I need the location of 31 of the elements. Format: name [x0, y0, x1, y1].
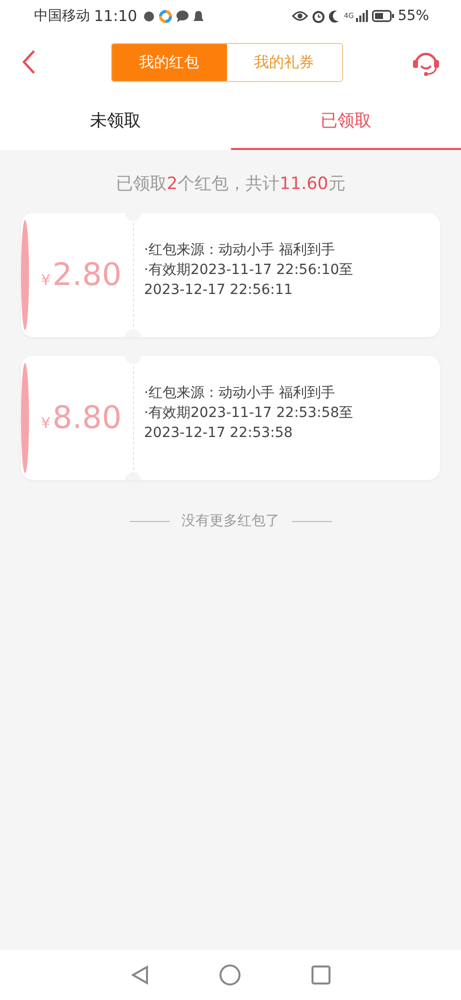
- back-triangle-icon: [130, 965, 148, 985]
- coupon-card[interactable]: ¥8.80 ·红包来源：动动小手 福利到手 ·有效期2023-11-17 22:53:58至 2023-12-17 22:53:58: [21, 356, 440, 480]
- moon-icon: [328, 10, 340, 22]
- square-icon: [310, 965, 330, 985]
- detail-text: 2023-12-17 22:56:11: [144, 281, 294, 300]
- detail-text: ·有效期2023-11-17 22:53:58至: [144, 404, 354, 423]
- detail-text: 2023-12-17 22:53:58: [144, 424, 294, 443]
- battery-icon: [372, 10, 394, 22]
- recents-nav-button[interactable]: [310, 965, 330, 985]
- signal-icon: [356, 10, 368, 22]
- detail-text: ·红包来源：动动小手 福利到手: [144, 384, 336, 403]
- currency-symbol: ¥: [41, 271, 51, 289]
- circle-icon: [218, 964, 240, 986]
- app-icon: [159, 10, 172, 22]
- amount-value: 2.80: [52, 257, 122, 293]
- detail-text: ·有效期2023-11-17 22:56:10至: [144, 261, 354, 280]
- coupon-card[interactable]: ¥2.80 ·红包来源：动动小手 福利到手 ·有效期2023-11-17 22:56:10至 2023-12-17 22:56:11: [21, 213, 440, 337]
- chat-icon: [176, 10, 190, 22]
- carrier-name: 中国移动: [34, 7, 90, 25]
- clock-time: 11:10: [94, 7, 138, 25]
- summary-text: 已领取2个红包，共计11.60元: [116, 173, 346, 195]
- currency-symbol: ¥: [41, 414, 51, 432]
- end-of-list-text: 没有更多红包了: [182, 512, 280, 530]
- home-nav-button[interactable]: [218, 964, 240, 986]
- battery-percent: 55%: [398, 8, 429, 24]
- back-icon: [22, 49, 36, 75]
- bell-icon: [193, 10, 204, 22]
- back-nav-button[interactable]: [130, 965, 148, 985]
- amount-value: 8.80: [52, 400, 122, 436]
- eye-icon: [292, 10, 308, 22]
- detail-text: ·红包来源：动动小手 福利到手: [144, 241, 336, 260]
